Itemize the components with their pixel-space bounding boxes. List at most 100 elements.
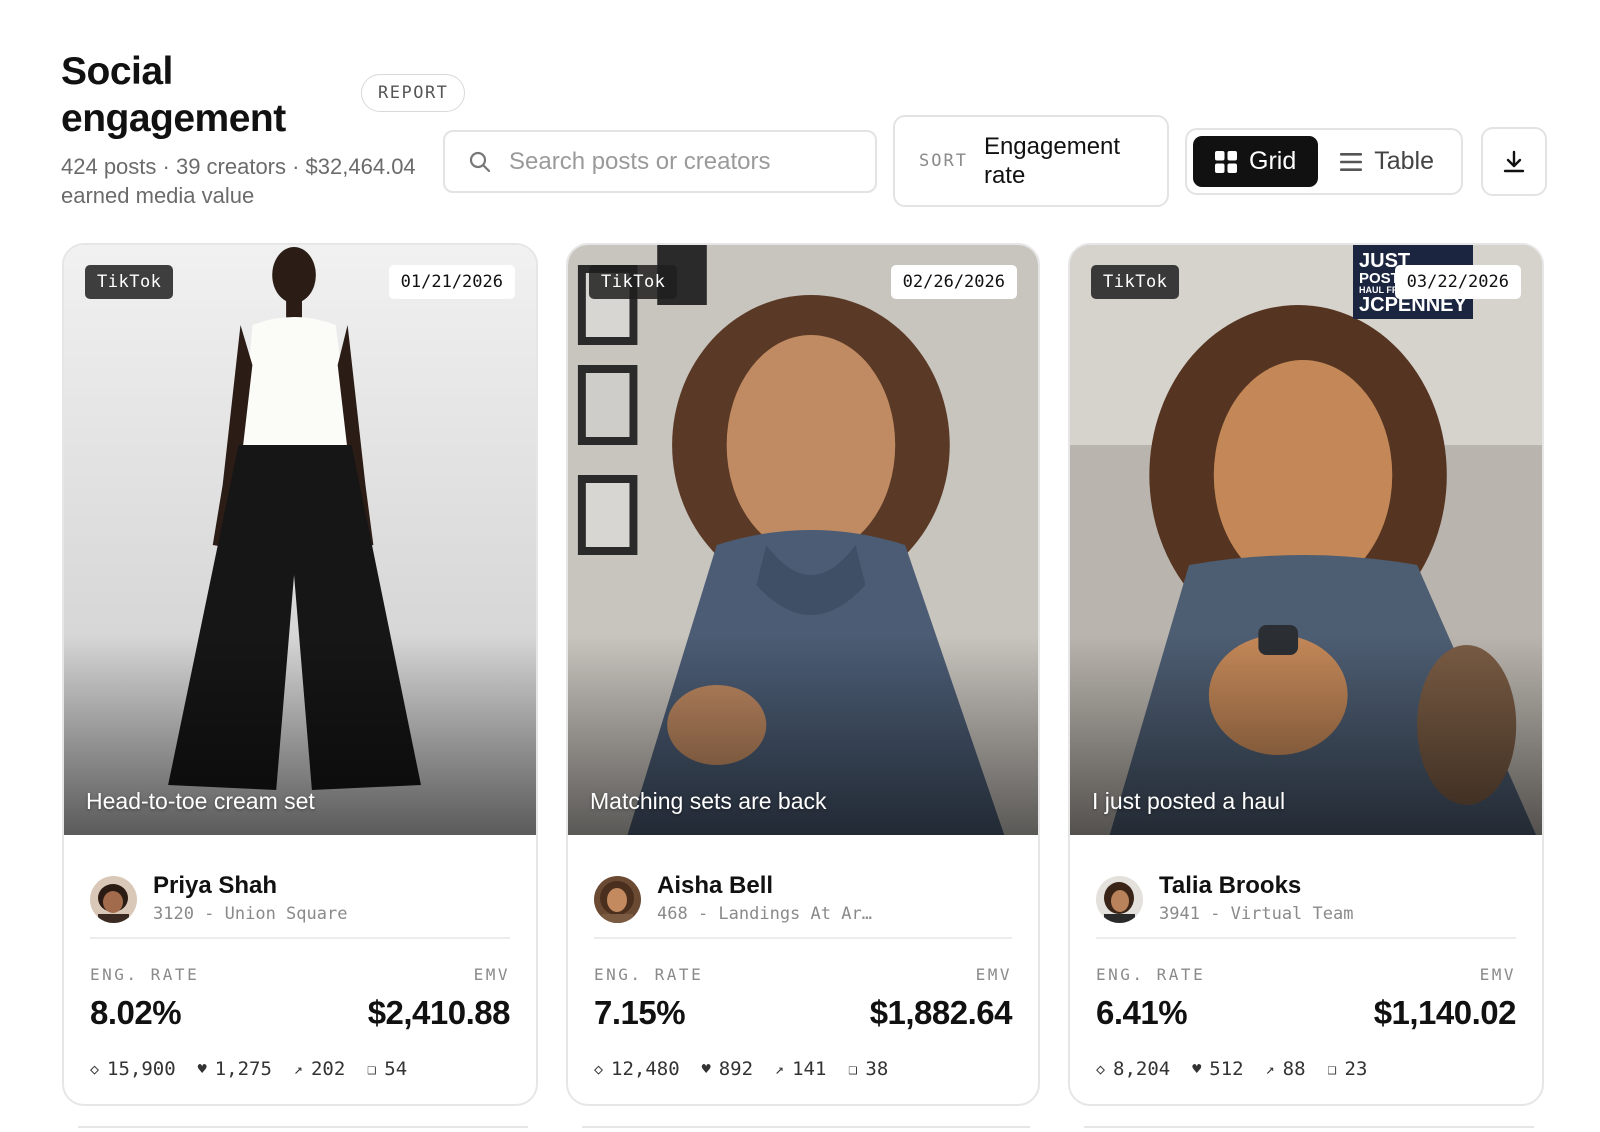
creator-info: Talia Brooks 3941 - Virtual Team xyxy=(1070,835,1542,937)
emv-value: $1,882.64 xyxy=(869,994,1013,1031)
platform-badge: TikTok xyxy=(1091,265,1180,299)
post-card[interactable]: JUST POST HAUL FR JCPENNEY TikTok 03/22/… xyxy=(1068,243,1544,1106)
comments-stat: ❑ 23 xyxy=(1328,1058,1368,1080)
emv-label: EMV xyxy=(975,965,1012,984)
shares-stat: ↗ 202 xyxy=(294,1058,345,1080)
search-input[interactable] xyxy=(509,147,849,176)
likes-count: 512 xyxy=(1209,1058,1244,1080)
creator-info: Priya Shah 3120 - Union Square xyxy=(64,835,536,937)
heart-icon: ♥ xyxy=(1192,1060,1202,1078)
creator-name: Talia Brooks xyxy=(1159,872,1302,899)
grid-view-button[interactable]: Grid xyxy=(1193,136,1319,187)
post-date: 01/21/2026 xyxy=(388,265,515,299)
creator-store: 3120 - Union Square xyxy=(153,904,348,924)
grid-view-label: Grid xyxy=(1249,147,1297,175)
avatar xyxy=(1096,875,1143,923)
comments-count: 23 xyxy=(1344,1058,1368,1080)
sort-label: SORT xyxy=(919,151,968,171)
likes-count: 1,275 xyxy=(214,1058,272,1080)
view-toggle: Grid Table xyxy=(1185,128,1463,195)
creator-name: Priya Shah xyxy=(153,872,278,899)
shares-count: 141 xyxy=(792,1058,827,1080)
emv-label: EMV xyxy=(473,965,510,984)
sort-value: Engagement rate xyxy=(983,133,1121,189)
post-thumbnail[interactable]: TikTok 01/21/2026 Head-to-toe cream set xyxy=(64,245,536,835)
post-card[interactable]: TikTok 01/21/2026 Head-to-toe cream set … xyxy=(62,243,538,1106)
metrics: ENG. RATE 8.02% EMV $2,410.88 xyxy=(64,939,536,1032)
post-caption: Head-to-toe cream set xyxy=(86,788,315,814)
table-view-label: Table xyxy=(1374,147,1434,175)
heart-icon: ♥ xyxy=(197,1060,207,1078)
eng-rate-label: ENG. RATE xyxy=(90,965,200,984)
eng-rate-value: 8.02% xyxy=(90,994,182,1031)
views-icon: ◇ xyxy=(1096,1060,1106,1078)
post-caption: I just posted a haul xyxy=(1092,788,1286,814)
platform-badge: TikTok xyxy=(85,265,174,299)
comments-stat: ❑ 38 xyxy=(848,1058,888,1080)
search-icon xyxy=(469,151,491,172)
share-icon: ↗ xyxy=(293,1060,303,1078)
shares-stat: ↗ 141 xyxy=(775,1058,826,1080)
post-thumbnail[interactable]: JUST POST HAUL FR JCPENNEY TikTok 03/22/… xyxy=(1070,245,1542,835)
comments-count: 54 xyxy=(384,1058,408,1080)
emv-value: $1,140.02 xyxy=(1373,994,1517,1031)
download-icon xyxy=(1503,150,1525,172)
shares-count: 88 xyxy=(1282,1058,1306,1080)
metrics: ENG. RATE 7.15% EMV $1,882.64 xyxy=(568,939,1038,1032)
comments-stat: ❑ 54 xyxy=(367,1058,407,1080)
creator-name: Aisha Bell xyxy=(657,872,774,899)
post-stats: ◇ 15,900 ♥ 1,275 ↗ 202 ❑ 54 xyxy=(64,1032,536,1080)
post-thumbnail[interactable]: TikTok 02/26/2026 Matching sets are back xyxy=(568,245,1038,835)
table-view-button[interactable]: Table xyxy=(1318,136,1456,187)
avatar xyxy=(594,875,641,923)
list-icon xyxy=(1340,152,1363,171)
eng-rate-value: 6.41% xyxy=(1096,994,1188,1031)
likes-stat: ♥ 892 xyxy=(702,1058,753,1080)
views-count: 12,480 xyxy=(611,1058,680,1080)
post-stats: ◇ 12,480 ♥ 892 ↗ 141 ❑ 38 xyxy=(568,1032,1038,1080)
comment-icon: ❑ xyxy=(1327,1060,1337,1078)
views-icon: ◇ xyxy=(594,1060,604,1078)
creator-info: Aisha Bell 468 - Landings At Ar… xyxy=(568,835,1038,937)
views-stat: ◇ 12,480 xyxy=(594,1058,680,1080)
shares-stat: ↗ 88 xyxy=(1266,1058,1306,1080)
page-title: Social engagement xyxy=(61,50,286,140)
likes-count: 892 xyxy=(718,1058,754,1080)
comments-count: 38 xyxy=(865,1058,889,1080)
next-card-edge xyxy=(1084,1126,1534,1132)
views-stat: ◇ 15,900 xyxy=(90,1058,176,1080)
metrics: ENG. RATE 6.41% EMV $1,140.02 xyxy=(1070,939,1542,1032)
eng-rate-label: ENG. RATE xyxy=(1096,965,1206,984)
page-header: Social engagement REPORT 424 posts · 39 … xyxy=(61,48,466,210)
shares-count: 202 xyxy=(310,1058,346,1080)
likes-stat: ♥ 512 xyxy=(1192,1058,1243,1080)
search-box[interactable] xyxy=(443,130,877,193)
post-caption: Matching sets are back xyxy=(590,788,827,814)
download-button[interactable] xyxy=(1481,127,1547,196)
emv-value: $2,410.88 xyxy=(367,994,511,1031)
creator-store: 468 - Landings At Ar… xyxy=(657,904,872,924)
platform-badge: TikTok xyxy=(589,265,678,299)
post-stats: ◇ 8,204 ♥ 512 ↗ 88 ❑ 23 xyxy=(1070,1032,1542,1080)
avatar xyxy=(90,875,137,923)
next-card-edge xyxy=(78,1126,528,1132)
post-card[interactable]: TikTok 02/26/2026 Matching sets are back… xyxy=(566,243,1040,1106)
heart-icon: ♥ xyxy=(701,1060,711,1078)
next-card-edge xyxy=(582,1126,1030,1132)
likes-stat: ♥ 1,275 xyxy=(198,1058,272,1080)
comment-icon: ❑ xyxy=(848,1060,858,1078)
post-date: 02/26/2026 xyxy=(890,265,1017,299)
views-count: 15,900 xyxy=(107,1058,176,1080)
eng-rate-value: 7.15% xyxy=(594,994,686,1031)
share-icon: ↗ xyxy=(1265,1060,1275,1078)
share-icon: ↗ xyxy=(775,1060,785,1078)
post-date: 03/22/2026 xyxy=(1394,265,1521,299)
creator-store: 3941 - Virtual Team xyxy=(1159,904,1354,924)
views-stat: ◇ 8,204 xyxy=(1096,1058,1170,1080)
views-icon: ◇ xyxy=(90,1060,100,1078)
report-badge: REPORT xyxy=(361,74,466,112)
views-count: 8,204 xyxy=(1113,1058,1171,1080)
eng-rate-label: ENG. RATE xyxy=(594,965,704,984)
comment-icon: ❑ xyxy=(367,1060,377,1078)
sort-dropdown[interactable]: SORT Engagement rate xyxy=(893,115,1169,207)
